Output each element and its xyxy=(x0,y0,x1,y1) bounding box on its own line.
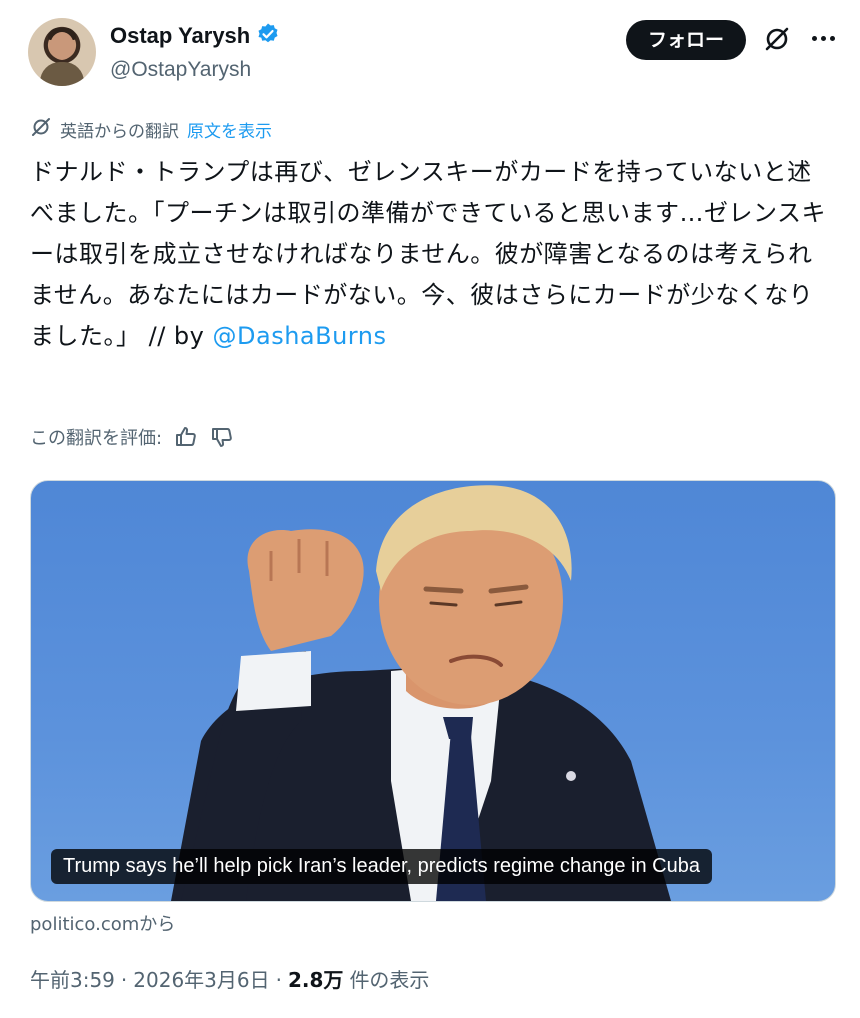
tweet-header: Ostap Yarysh @OstapYarysh フォロー xyxy=(28,18,838,90)
meta-separator: · xyxy=(275,968,282,992)
verified-badge-icon xyxy=(256,22,280,50)
thumbs-up-icon[interactable] xyxy=(174,425,198,449)
author-handle[interactable]: @OstapYarysh xyxy=(110,58,251,82)
card-caption: Trump says he’ll help pick Iran’s leader… xyxy=(51,849,712,884)
translation-notice-text: 英語からの翻訳 xyxy=(60,122,179,142)
author-display-name[interactable]: Ostap Yarysh xyxy=(110,23,250,49)
grok-icon[interactable] xyxy=(762,24,792,54)
tweet-meta: 午前3:59 · 2026年3月6日 · 2.8万 件の表示 xyxy=(30,964,429,993)
meta-separator: · xyxy=(120,968,128,992)
tweet-body: ドナルド・トランプは再び、ゼレンスキーがカードを持っていないと述べました。「プー… xyxy=(30,158,827,350)
follow-button[interactable]: フォロー xyxy=(625,20,746,60)
rate-translation-label: この翻訳を評価: xyxy=(30,428,163,449)
show-original-link[interactable]: 原文を表示 xyxy=(187,117,272,142)
mention-link[interactable]: @DashaBurns xyxy=(213,322,387,350)
translate-icon xyxy=(30,116,52,143)
translation-notice: 英語からの翻訳 原文を表示 xyxy=(30,116,272,143)
card-source[interactable]: politico.comから xyxy=(30,910,175,936)
tweet-text: ドナルド・トランプは再び、ゼレンスキーがカードを持っていないと述べました。「プー… xyxy=(30,152,830,357)
card-photo xyxy=(171,485,671,901)
more-icon[interactable] xyxy=(812,30,838,46)
avatar[interactable] xyxy=(28,18,96,86)
tweet-time[interactable]: 午前3:59 xyxy=(30,964,115,993)
link-card[interactable]: Trump says he’ll help pick Iran’s leader… xyxy=(30,480,836,902)
tweet-date[interactable]: 2026年3月6日 xyxy=(133,964,269,993)
thumbs-down-icon[interactable] xyxy=(210,425,234,449)
rate-translation-row: この翻訳を評価: xyxy=(30,424,234,450)
views-label: 件の表示 xyxy=(349,968,430,992)
views-count[interactable]: 2.8万 xyxy=(288,964,343,993)
author-name-row[interactable]: Ostap Yarysh xyxy=(110,22,280,50)
